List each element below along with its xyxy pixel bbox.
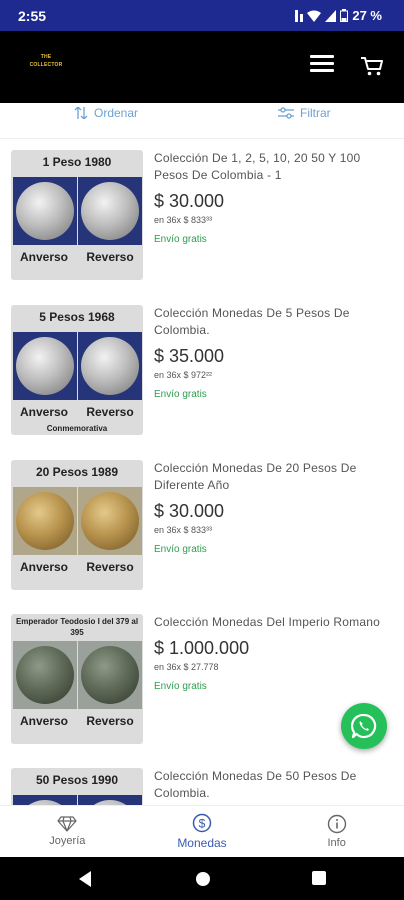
menu-icon[interactable]: [310, 55, 334, 75]
product-item[interactable]: 1 Peso 1980 Anverso Reverso Colección De…: [0, 139, 404, 293]
free-shipping-label: Envío gratis: [154, 681, 207, 692]
order-label: Ordenar: [94, 106, 139, 120]
coin-obverse-image: [13, 487, 77, 555]
product-installments: en 36x $ 27.778: [154, 662, 219, 672]
cart-icon[interactable]: [360, 55, 384, 77]
bottom-nav: Joyería $ Monedas Info: [0, 805, 404, 857]
nav-label-coins: Monedas: [177, 836, 227, 850]
product-list: 1 Peso 1980 Anverso Reverso Colección De…: [0, 139, 404, 805]
signal-icon: [295, 9, 304, 22]
logo-line-1: THE: [40, 54, 52, 60]
product-image[interactable]: 1 Peso 1980 Anverso Reverso: [11, 150, 143, 280]
thumb-label-reverse: Reverso: [86, 714, 134, 728]
whatsapp-icon: [351, 713, 377, 739]
thumb-note: Conmemorativa: [46, 424, 108, 433]
nav-item-info[interactable]: Info: [269, 806, 404, 857]
nav-label-jewelry: Joyería: [49, 835, 86, 847]
coin-obverse-image: [13, 332, 77, 400]
battery-percent: 27 %: [352, 8, 382, 23]
product-title[interactable]: Colección De 1, 2, 5, 10, 20 50 Y 100 Pe…: [154, 150, 398, 184]
product-title[interactable]: Colección Monedas Del Imperio Romano: [154, 614, 398, 631]
nav-item-coins[interactable]: $ Monedas: [135, 806, 270, 857]
home-icon[interactable]: [194, 870, 212, 888]
thumb-label-reverse: Reverso: [86, 560, 134, 574]
coin-reverse-image: [78, 332, 142, 400]
product-image[interactable]: 5 Pesos 1968 Anverso Reverso Conmemorati…: [11, 305, 143, 435]
nav-label-info: Info: [327, 837, 346, 849]
status-icons: 27 %: [295, 8, 382, 23]
thumb-label-reverse: Reverso: [86, 405, 134, 419]
cell-signal-icon: [325, 9, 337, 22]
thumb-title: 5 Pesos 1968: [39, 310, 115, 324]
coin-obverse-image: [13, 177, 77, 245]
product-item[interactable]: 50 Pesos 1990 Colección Monedas De 50 Pe…: [0, 757, 404, 805]
coin-reverse-image: [78, 487, 142, 555]
thumb-label-reverse: Reverso: [86, 250, 134, 264]
status-bar: 2:55 27 %: [0, 0, 404, 31]
product-image[interactable]: 20 Pesos 1989 Anverso Reverso: [11, 460, 143, 590]
thumb-title: 50 Pesos 1990: [35, 773, 119, 787]
order-button[interactable]: Ordenar: [74, 103, 138, 123]
filter-button[interactable]: Filtrar: [278, 103, 331, 123]
wifi-icon: [307, 10, 322, 22]
product-price: $ 30.000: [154, 191, 225, 211]
recents-icon[interactable]: [311, 870, 327, 886]
nav-item-jewelry[interactable]: Joyería: [0, 806, 135, 857]
product-price: $ 1.000.000: [154, 638, 250, 658]
back-icon[interactable]: [77, 870, 93, 888]
logo[interactable]: THE COLLECTOR: [26, 53, 66, 79]
product-title[interactable]: Colección Monedas De 50 Pesos De Colombi…: [154, 768, 398, 802]
product-installments: en 36x $ 833³³: [154, 525, 213, 535]
filter-label: Filtrar: [300, 106, 331, 120]
whatsapp-button[interactable]: [341, 703, 387, 749]
product-installments: en 36x $ 833³³: [154, 215, 213, 225]
sort-icon: [74, 107, 88, 119]
status-time: 2:55: [18, 8, 47, 24]
app-header: THE COLLECTOR: [0, 31, 404, 103]
free-shipping-label: Envío gratis: [154, 234, 207, 245]
thumb-label-obverse: Anverso: [19, 250, 69, 264]
system-nav-bar: [0, 857, 404, 900]
diamond-icon: [57, 816, 77, 832]
product-installments: en 36x $ 972²²: [154, 370, 213, 380]
free-shipping-label: Envío gratis: [154, 389, 207, 400]
free-shipping-label: Envío gratis: [154, 544, 207, 555]
info-icon: [327, 814, 346, 834]
product-image[interactable]: 50 Pesos 1990: [11, 768, 143, 805]
thumb-title: 20 Pesos 1989: [35, 465, 119, 479]
thumb-title: Emperador Teodosio I del 379 al 395: [15, 617, 139, 637]
battery-icon: [340, 9, 349, 22]
product-price: $ 30.000: [154, 501, 225, 521]
thumb-label-obverse: Anverso: [19, 560, 69, 574]
coin-obverse-image: [13, 641, 77, 709]
coin-reverse-image: [78, 641, 142, 709]
product-title[interactable]: Colección Monedas De 20 Pesos De Diferen…: [154, 460, 398, 494]
thumb-label-obverse: Anverso: [19, 714, 69, 728]
thumb-label-obverse: Anverso: [19, 405, 69, 419]
coin-reverse-image: [78, 795, 142, 805]
coin-obverse-image: [13, 795, 77, 805]
svg-text:$: $: [199, 817, 206, 831]
logo-line-2: COLLECTOR: [29, 62, 63, 68]
dollar-coin-icon: $: [192, 813, 212, 833]
product-item[interactable]: 20 Pesos 1989 Anverso Reverso Colección …: [0, 449, 404, 603]
sort-filter-bar: Ordenar Filtrar: [0, 103, 404, 139]
filter-icon: [278, 107, 294, 119]
thumb-title: 1 Peso 1980: [42, 155, 112, 169]
product-item[interactable]: 5 Pesos 1968 Anverso Reverso Conmemorati…: [0, 294, 404, 448]
coin-reverse-image: [78, 177, 142, 245]
product-title[interactable]: Colección Monedas De 5 Pesos De Colombia…: [154, 305, 398, 339]
product-image[interactable]: Emperador Teodosio I del 379 al 395 Anve…: [11, 614, 143, 744]
product-price: $ 35.000: [154, 346, 225, 366]
